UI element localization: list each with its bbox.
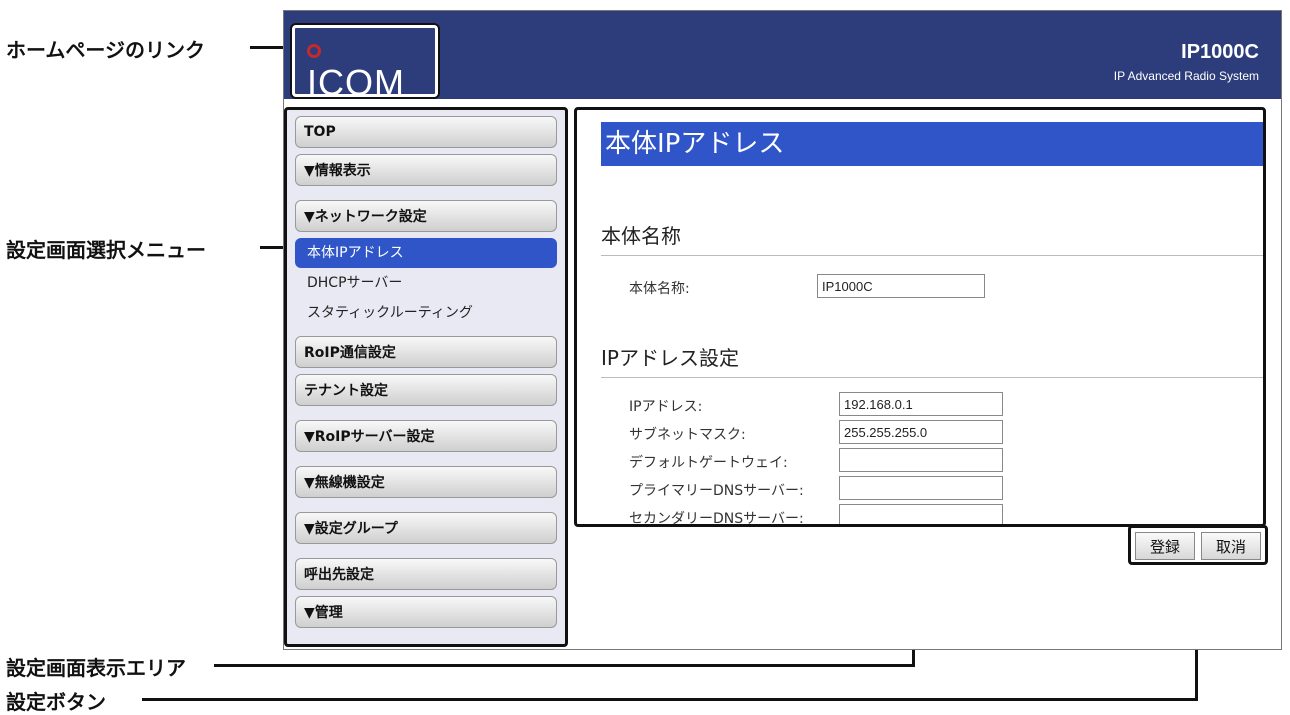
menu-roip-comm[interactable]: RoIP通信設定: [295, 336, 557, 368]
product-name: IP1000C: [1181, 41, 1259, 63]
secondary-dns-input[interactable]: [839, 504, 1003, 524]
subnet-mask-input[interactable]: [839, 420, 1003, 444]
primary-dns-input[interactable]: [839, 476, 1003, 500]
section-title-device-name: 本体名称: [601, 220, 1263, 256]
default-gateway-input[interactable]: [839, 448, 1003, 472]
submenu-item-static-routing[interactable]: スタティックルーティング: [295, 298, 557, 328]
callout-display-area: 設定画面表示エリア: [6, 656, 186, 680]
page-title: 本体IPアドレス: [601, 122, 1263, 166]
logo-mark-icon: [307, 44, 321, 58]
leader-line-buttons-h: [142, 698, 1198, 701]
ip-address-label: IPアドレス:: [629, 399, 703, 415]
submenu-item-dhcp[interactable]: DHCPサーバー: [295, 268, 557, 298]
primary-dns-label: プライマリーDNSサーバー:: [629, 483, 804, 499]
device-name-label: 本体名称:: [629, 281, 690, 297]
menu-info[interactable]: ▼情報表示: [295, 154, 557, 186]
menu-call-dest[interactable]: 呼出先設定: [295, 558, 557, 590]
menu-tenant[interactable]: テナント設定: [295, 374, 557, 406]
menu-roip-server[interactable]: ▼RoIPサーバー設定: [295, 420, 557, 452]
subnet-mask-label: サブネットマスク:: [629, 427, 746, 443]
product-subtitle: IP Advanced Radio System: [1113, 69, 1259, 83]
leader-line-menu: [260, 246, 284, 249]
menu-admin[interactable]: ▼管理: [295, 596, 557, 628]
network-submenu: 本体IPアドレス DHCPサーバー スタティックルーティング: [295, 238, 557, 328]
header-bar: ICOM IP1000C IP Advanced Radio System: [284, 11, 1281, 103]
leader-line-display-h: [214, 664, 915, 667]
menu-radio[interactable]: ▼無線機設定: [295, 466, 557, 498]
home-link[interactable]: ICOM: [292, 25, 438, 103]
device-web-ui: ICOM IP1000C IP Advanced Radio System TO…: [283, 10, 1282, 650]
menu-network[interactable]: ▼ネットワーク設定: [295, 200, 557, 232]
settings-menu: TOP ▼情報表示 ▼ネットワーク設定 本体IPアドレス DHCPサーバー スタ…: [284, 107, 568, 647]
submenu-item-device-ip[interactable]: 本体IPアドレス: [295, 238, 557, 268]
logo-text: ICOM: [307, 62, 405, 103]
callout-menu: 設定画面選択メニュー: [6, 238, 206, 262]
cancel-button[interactable]: 取消: [1201, 532, 1261, 560]
default-gateway-label: デフォルトゲートウェイ:: [629, 455, 788, 471]
settings-button-group: 登録 取消: [1128, 525, 1268, 565]
device-name-input[interactable]: [817, 274, 985, 298]
menu-top[interactable]: TOP: [295, 116, 557, 148]
secondary-dns-label: セカンダリーDNSサーバー:: [629, 511, 804, 527]
callout-settings-buttons: 設定ボタン: [6, 690, 106, 714]
register-button[interactable]: 登録: [1135, 532, 1195, 560]
section-title-ip-settings: IPアドレス設定: [601, 342, 1263, 378]
ip-address-input[interactable]: [839, 392, 1003, 416]
settings-display-area: 本体IPアドレス 本体名称 本体名称: IPアドレス設定 IPアドレス: サブネ…: [574, 107, 1266, 527]
callout-home-link: ホームページのリンク: [6, 38, 205, 62]
menu-group[interactable]: ▼設定グループ: [295, 512, 557, 544]
